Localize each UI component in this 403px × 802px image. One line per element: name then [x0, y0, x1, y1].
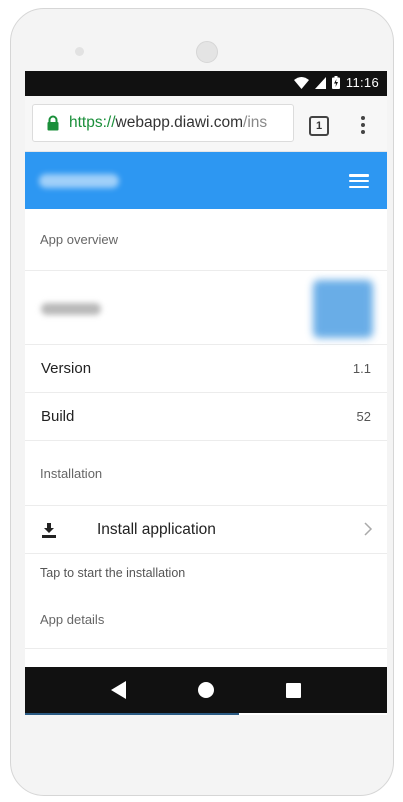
chevron-right-icon — [364, 522, 373, 536]
version-row: Version 1.1 — [25, 345, 387, 393]
status-bar: 11:16 — [25, 71, 387, 96]
home-icon[interactable] — [198, 682, 215, 698]
tab-count: 1 — [315, 120, 323, 132]
android-nav-bar — [25, 667, 387, 713]
status-icons: 11:16 — [293, 75, 379, 90]
url-scheme: https:// — [69, 114, 116, 131]
build-row: Build 52 — [25, 393, 387, 441]
lock-icon — [47, 115, 59, 131]
app-header-title-blurred — [39, 174, 119, 188]
install-hint: Tap to start the installation — [40, 565, 186, 580]
earpiece — [196, 41, 218, 63]
wifi-icon — [293, 76, 309, 89]
browser-menu-button[interactable] — [357, 113, 369, 137]
tab-switcher-button[interactable]: 1 — [309, 116, 329, 136]
hamburger-icon[interactable] — [349, 174, 369, 188]
section-title-details: App details — [25, 591, 387, 649]
menu-dot — [361, 123, 365, 127]
phone-screen: 11:16 https://webapp.diawi.com/ins 1 App… — [25, 71, 387, 715]
download-icon — [42, 522, 56, 538]
version-label: Version — [41, 360, 92, 377]
status-time: 11:16 — [345, 75, 379, 90]
section-title-installation: Installation — [25, 441, 387, 506]
section-title-overview: App overview — [25, 209, 387, 271]
app-header — [25, 152, 387, 209]
recent-apps-icon[interactable] — [286, 682, 302, 698]
back-icon[interactable] — [110, 681, 127, 699]
app-name-blurred — [41, 303, 101, 315]
page-content: App overview Version 1.1 Build 52 Instal… — [25, 209, 387, 679]
browser-toolbar: https://webapp.diawi.com/ins 1 — [25, 96, 387, 152]
build-value: 52 — [356, 409, 371, 424]
build-label: Build — [41, 408, 75, 425]
signal-icon — [314, 76, 326, 89]
install-application-label: Install application — [97, 520, 216, 538]
menu-dot — [361, 116, 365, 120]
app-icon-blurred — [313, 280, 373, 338]
page-load-progress — [25, 713, 239, 715]
battery-icon — [331, 76, 340, 89]
url-host: webapp.diawi.com — [115, 114, 244, 131]
camera-dot — [75, 47, 84, 56]
install-application-button[interactable]: Install application — [25, 506, 387, 554]
url-path: /ins — [243, 114, 268, 131]
app-name-row — [25, 271, 387, 345]
url-bar[interactable]: https://webapp.diawi.com/ins — [32, 104, 294, 142]
menu-dot — [361, 130, 365, 134]
version-value: 1.1 — [352, 361, 371, 376]
